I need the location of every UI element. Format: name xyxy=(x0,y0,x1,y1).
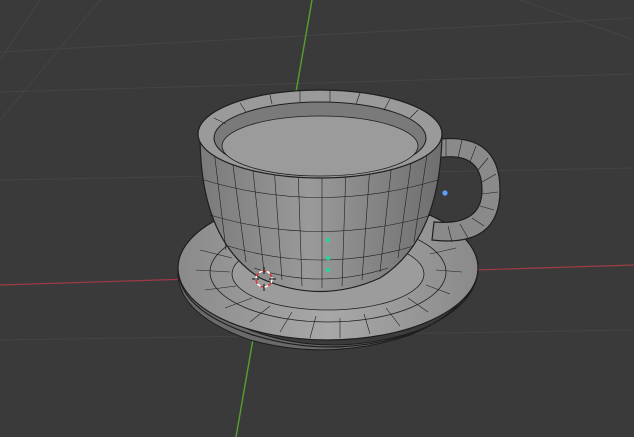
3d-viewport[interactable] xyxy=(0,0,634,437)
cup-handle-mesh[interactable] xyxy=(431,138,501,243)
viewport-canvas[interactable] xyxy=(0,0,634,437)
